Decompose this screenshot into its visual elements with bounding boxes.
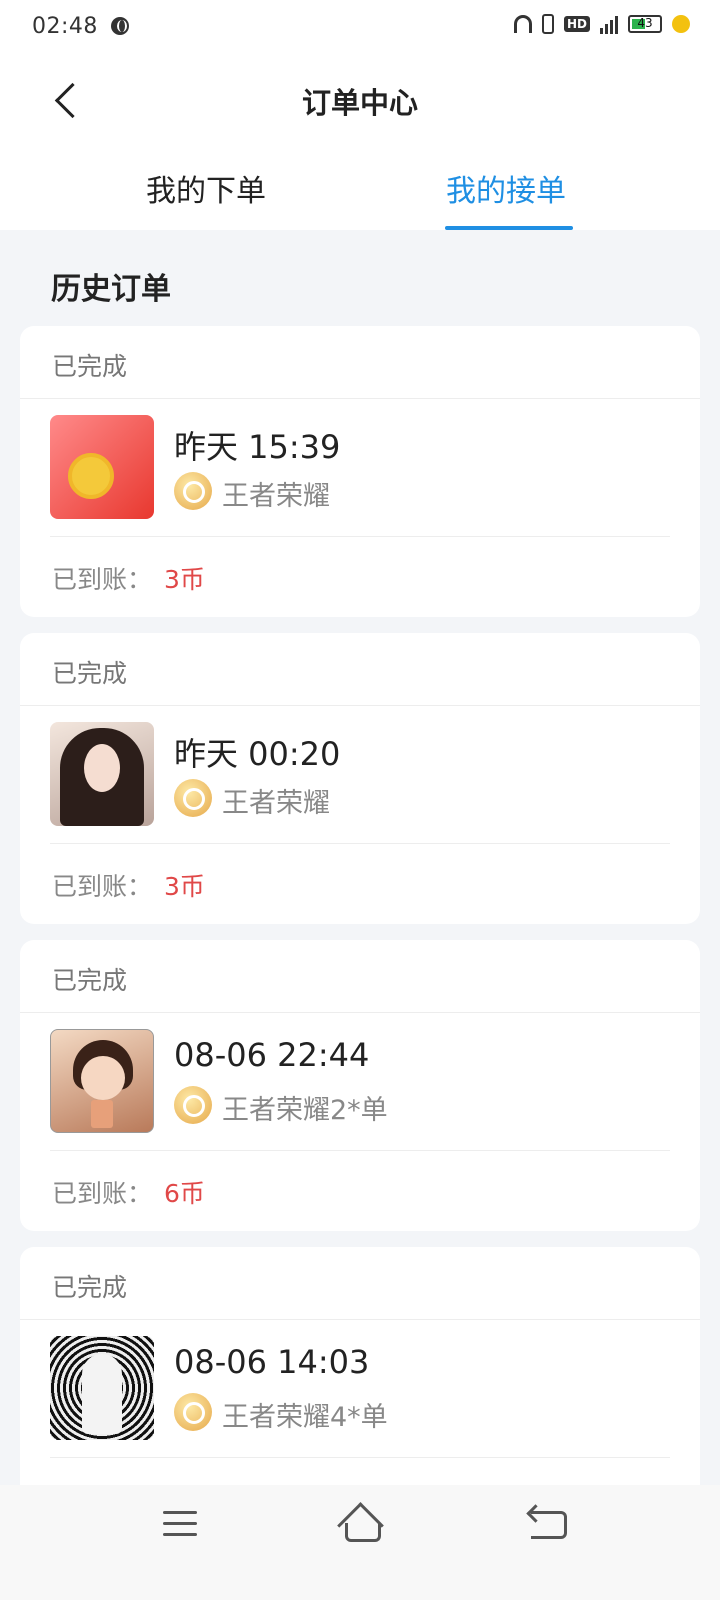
game-icon	[174, 1393, 212, 1431]
paid-label: 已到账：	[52, 872, 153, 901]
divider	[20, 705, 700, 706]
page-title: 订单中心	[301, 86, 418, 120]
system-nav-bar	[0, 1485, 720, 1600]
paid-label: 已到账：	[52, 1179, 153, 1208]
tab-my-accepts[interactable]: 我的接单	[446, 166, 566, 230]
hd-icon: HD	[563, 16, 590, 32]
order-time: 08-06 14:03	[174, 1343, 370, 1381]
order-game: 王者荣耀4*单	[222, 1402, 388, 1433]
divider	[50, 1150, 670, 1151]
battery-level: 43	[637, 16, 653, 30]
order-card[interactable]: 已完成 昨天 00:20 王者荣耀 已到账： 3币	[20, 633, 700, 924]
battery-icon: 43	[628, 15, 662, 33]
divider	[20, 1012, 700, 1013]
status-bar: 02:48 HD 43	[0, 0, 720, 56]
order-card[interactable]: 已完成 昨天 15:39 王者荣耀 已到账： 3币	[20, 326, 700, 617]
order-status: 已完成	[52, 966, 128, 995]
paid-amount: 3币	[164, 872, 205, 901]
vibrate-icon	[541, 14, 554, 34]
game-icon	[174, 472, 212, 510]
home-icon[interactable]	[336, 1505, 384, 1542]
paid-label: 已到账：	[52, 565, 153, 594]
order-status: 已完成	[52, 1273, 128, 1302]
divider	[20, 398, 700, 399]
order-card[interactable]: 已完成 08-06 22:44 王者荣耀2*单 已到账： 6币	[20, 940, 700, 1231]
headset-icon	[513, 15, 532, 33]
menu-icon[interactable]	[163, 1511, 197, 1537]
order-thumbnail	[50, 415, 154, 519]
divider	[50, 843, 670, 844]
tab-my-orders[interactable]: 我的下单	[146, 166, 266, 230]
paid-amount: 6币	[164, 1179, 205, 1208]
divider	[50, 536, 670, 537]
signal-icon	[600, 14, 618, 34]
divider	[20, 1319, 700, 1320]
globe-icon	[111, 17, 129, 35]
active-tab-indicator	[445, 226, 573, 230]
status-time: 02:48	[32, 14, 98, 39]
order-status: 已完成	[52, 659, 128, 688]
order-time: 08-06 22:44	[174, 1036, 370, 1074]
order-game: 王者荣耀	[222, 788, 330, 819]
section-title: 历史订单	[51, 272, 171, 307]
status-icons: HD 43	[513, 14, 690, 34]
game-icon	[174, 779, 212, 817]
order-thumbnail	[50, 1336, 154, 1440]
order-time: 昨天 00:20	[174, 735, 341, 773]
order-time: 昨天 15:39	[174, 428, 341, 466]
back-nav-icon[interactable]	[531, 1511, 567, 1539]
charging-icon	[672, 15, 690, 33]
paid-amount: 3币	[164, 565, 205, 594]
order-thumbnail	[50, 1029, 154, 1133]
order-game: 王者荣耀2*单	[222, 1095, 388, 1126]
game-icon	[174, 1086, 212, 1124]
order-game: 王者荣耀	[222, 481, 330, 512]
order-status: 已完成	[52, 352, 128, 381]
divider	[50, 1457, 670, 1458]
order-thumbnail	[50, 722, 154, 826]
